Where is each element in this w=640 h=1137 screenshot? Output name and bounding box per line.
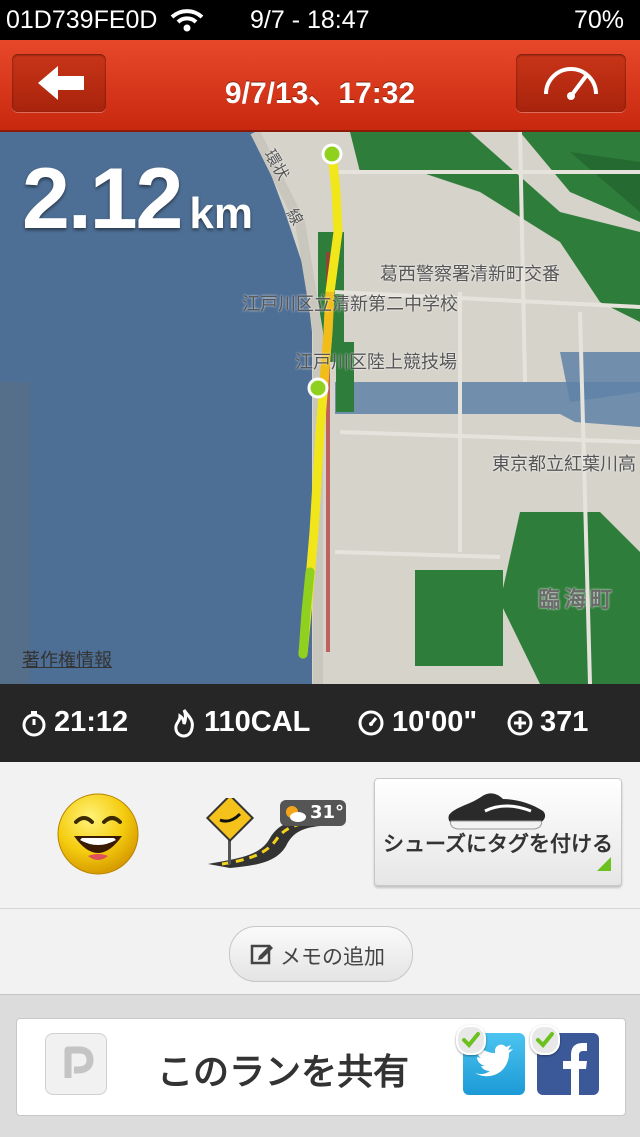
corner-triangle-icon [597,857,611,871]
stat-duration: 21:12 [20,706,128,739]
route-waypoint-marker [307,377,329,399]
twitter-selected-check-icon [456,1025,486,1055]
stat-calories: 110CAL [170,706,310,739]
map-label-high-school: 東京都立紅葉川高 [492,454,636,475]
distance-display: 2.12 km [22,150,253,249]
page-title: 9/7/13、17:32 [224,77,416,110]
distance-unit: km [189,189,253,238]
map-label-town: 臨海町 [538,588,617,613]
stat-pace: 10'00" [356,706,477,739]
pace-gauge-icon [358,710,384,735]
back-arrow-icon [38,66,84,100]
add-memo-label: メモの追加 [280,945,385,969]
navigation-bar: 9/7/13、17:32 [0,40,640,132]
nikefuel-value: 371 [540,706,589,738]
carrier-label: 01D739FE0D [6,6,158,34]
stats-bar: 21:12 110CAL 10'00" 371 [0,684,640,762]
tag-shoes-button[interactable]: シューズにタグを付ける [374,778,622,886]
map-label-police-box: 葛西警察署清新町交番 [380,264,560,285]
add-memo-button[interactable]: メモの追加 [229,926,413,982]
partly-sunny-icon [286,806,306,822]
running-shoe-icon [448,793,546,830]
route-start-marker [321,143,343,165]
distance-value: 2.12 [22,151,183,247]
back-button[interactable] [12,54,106,112]
calories-value: 110CAL [204,706,311,738]
terrain-weather-indicator[interactable]: 31° [200,793,348,868]
duration-value: 21:12 [54,706,129,738]
speed-gauge-button[interactable] [516,54,626,112]
stat-nikefuel: 371 [506,706,588,739]
weather-badge: 31° [280,800,346,826]
share-run-label: このランを共有 [157,1052,410,1093]
wifi-icon [170,9,204,32]
stopwatch-icon [22,710,46,736]
map-copyright-link[interactable]: 著作権情報 [22,646,112,672]
edit-note-icon [250,944,273,965]
status-bar: 01D739FE0D 9/7 - 18:47 70% [0,0,640,40]
smiley-face-icon[interactable] [56,792,140,876]
weather-temperature: 31° [310,802,345,823]
map-label-stadium: 江戸川区陸上競技場 [295,352,457,373]
status-datetime: 9/7 - 18:47 [250,6,370,34]
flame-icon [174,708,194,738]
battery-label: 70% [574,6,625,34]
map-label-school: 江戸川区立清新第二中学校 [242,294,458,315]
path-share-button[interactable] [45,1033,107,1095]
panel-divider [0,908,640,909]
path-logo-icon [64,1046,94,1078]
tag-shoes-label: シューズにタグを付ける [383,832,613,856]
pace-value: 10'00" [392,706,478,738]
nikefuel-icon [507,710,533,735]
gauge-icon [544,67,598,100]
facebook-selected-check-icon [530,1025,560,1055]
